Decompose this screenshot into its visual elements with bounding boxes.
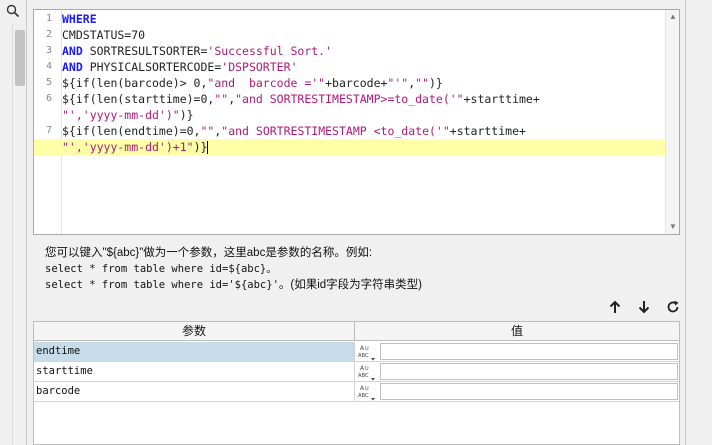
right-panel — [685, 0, 712, 445]
sql-parameter-dialog: 1 WHERE 2 CMDSTATUS=70 3 AND SORTRESULTSORTER… — [0, 0, 712, 445]
column-header-param[interactable]: 参数 — [34, 322, 355, 341]
svg-text:U: U — [365, 386, 369, 392]
code-token: "and SORTRESTIMESTAMP <to_date('" — [221, 124, 450, 138]
line-number: 7 — [45, 125, 52, 136]
code-token: +barcode+ — [325, 76, 388, 90]
code-text: CMDSTATUS=70 — [62, 27, 145, 43]
text-caret — [207, 141, 209, 154]
parameter-table: 参数 值 endtime A U ABC starttime A U ABC barcode A U… — [33, 321, 680, 445]
code-token: AND — [62, 44, 83, 58]
code-line[interactable]: 2 CMDSTATUS=70 — [34, 27, 665, 43]
code-token: SORTRESULTSORTER= — [82, 44, 208, 58]
column-header-value[interactable]: 值 — [355, 322, 679, 341]
hint-line-1: 您可以键入"${abc}"做为一个参数，这里abc是参数的名称。例如: — [45, 247, 373, 259]
code-text: ${if(len(barcode)> 0,"and barcode ='"+ba… — [62, 75, 443, 91]
table-row[interactable]: starttime A U ABC — [34, 362, 679, 382]
left-scrollbar[interactable] — [12, 24, 26, 445]
param-value-input[interactable] — [380, 343, 678, 360]
string-type-icon: A UABC — [358, 385, 375, 400]
hint-line-3-code: select * from table where id='${abc}' — [45, 279, 279, 291]
line-number: 5 — [45, 77, 52, 88]
code-token: "','yyyy-mm-dd')+1" — [62, 140, 194, 154]
code-token: "','yyyy-mm-dd')" — [62, 108, 180, 122]
line-number: 2 — [45, 29, 52, 40]
code-line[interactable]: 4 AND PHYSICALSORTERCODE='DSPSORTER' — [34, 59, 665, 75]
param-name-cell[interactable]: endtime — [34, 342, 355, 361]
code-text: WHERE — [62, 11, 97, 27]
arrow-up-icon[interactable] — [608, 299, 623, 315]
svg-text:U: U — [365, 366, 369, 372]
hint-line-2: select * from table where id=${abc}。 — [45, 263, 277, 275]
svg-text:ABC: ABC — [358, 353, 369, 359]
table-row[interactable]: barcode A U ABC — [34, 382, 679, 402]
parameter-toolbar — [608, 298, 680, 316]
code-token: ${if(len(endtime)=0, — [62, 124, 201, 138]
code-token: CMDSTATUS=70 — [62, 28, 146, 42]
svg-text:ABC: ABC — [358, 373, 369, 379]
svg-text:U: U — [365, 346, 369, 352]
param-name-cell[interactable]: starttime — [34, 362, 355, 381]
line-number: 1 — [45, 13, 52, 24]
search-button[interactable] — [0, 0, 26, 22]
left-scrollbar-thumb[interactable] — [15, 30, 25, 86]
code-token: PHYSICALSORTERCODE= — [82, 60, 222, 74]
code-text: "','yyyy-mm-dd')+1")} — [62, 139, 209, 155]
table-row[interactable]: endtime A U ABC — [34, 342, 679, 362]
code-text: AND PHYSICALSORTERCODE='DSPSORTER' — [62, 59, 297, 75]
code-token: "'" — [387, 76, 409, 90]
string-type-icon: A UABC — [358, 345, 375, 360]
code-token: +starttime+ — [463, 92, 540, 106]
code-token: WHERE — [62, 12, 97, 26]
param-name-cell[interactable]: barcode — [34, 382, 355, 401]
code-text: AND SORTRESULTSORTER='Successful Sort.' — [62, 43, 332, 59]
hint-line-3-tail: 。(如果id字段为字符串类型) — [278, 279, 423, 291]
type-selector[interactable]: A U ABC — [356, 382, 378, 401]
code-line[interactable]: 1 WHERE — [34, 11, 665, 27]
code-token: "" — [415, 76, 429, 90]
svg-text:ABC: ABC — [358, 393, 369, 399]
left-panel — [0, 0, 27, 445]
editor-scrollbar[interactable]: ▲ ▼ — [665, 10, 679, 234]
code-token: )} — [193, 140, 208, 154]
sql-editor[interactable]: 1 WHERE 2 CMDSTATUS=70 3 AND SORTRESULTSORTER… — [33, 9, 680, 235]
code-line[interactable]: "','yyyy-mm-dd')+1")} — [34, 139, 665, 155]
code-token: "" — [214, 92, 229, 106]
table-header: 参数 值 — [34, 322, 679, 341]
code-token: ${if(len(barcode)> 0, — [62, 76, 208, 90]
code-token: "and SORTRESTIMESTAMP>=to_date('" — [235, 92, 464, 106]
code-token: AND — [62, 60, 83, 74]
code-token: "" — [200, 124, 215, 138]
code-line[interactable]: "','yyyy-mm-dd')")} — [34, 107, 665, 123]
code-text: ${if(len(starttime)=0,"","and SORTRESTIM… — [62, 91, 540, 107]
code-text: "','yyyy-mm-dd')")} — [62, 107, 194, 123]
param-value-input[interactable] — [380, 363, 678, 380]
code-line[interactable]: 7 ${if(len(endtime)=0,"","and SORTRESTIME… — [34, 123, 665, 139]
parameter-hint: 您可以键入"${abc}"做为一个参数，这里abc是参数的名称。例如: sele… — [45, 245, 422, 293]
scroll-up-arrow-icon[interactable]: ▲ — [668, 12, 678, 22]
sql-code-area[interactable]: 1 WHERE 2 CMDSTATUS=70 3 AND SORTRESULTSORTER… — [34, 10, 665, 234]
code-line[interactable]: 6 ${if(len(starttime)=0,"","and SORTRESTI… — [34, 91, 665, 107]
code-token: ${if(len(starttime)=0, — [62, 92, 215, 106]
code-text: ${if(len(endtime)=0,"","and SORTRESTIMES… — [62, 123, 526, 139]
code-token: "and barcode ='" — [207, 76, 326, 90]
line-number: 6 — [45, 93, 52, 104]
line-number: 3 — [45, 45, 52, 56]
search-icon — [6, 4, 20, 18]
code-token: 'DSPSORTER' — [221, 60, 298, 74]
code-token: +starttime+ — [449, 124, 526, 138]
line-number: 4 — [45, 61, 52, 72]
code-line[interactable]: 5 ${if(len(barcode)> 0,"and barcode ='"+b… — [34, 75, 665, 91]
refresh-icon[interactable] — [665, 299, 680, 315]
code-token: )} — [429, 76, 443, 90]
code-token: )} — [179, 108, 194, 122]
type-selector[interactable]: A U ABC — [356, 342, 378, 361]
param-value-input[interactable] — [380, 383, 678, 400]
scroll-down-arrow-icon[interactable]: ▼ — [668, 222, 678, 232]
type-selector[interactable]: A U ABC — [356, 362, 378, 381]
code-token: 'Successful Sort.' — [207, 44, 333, 58]
string-type-icon: A UABC — [358, 365, 375, 380]
code-line[interactable]: 3 AND SORTRESULTSORTER='Successful Sort.' — [34, 43, 665, 59]
arrow-down-icon[interactable] — [637, 299, 652, 315]
